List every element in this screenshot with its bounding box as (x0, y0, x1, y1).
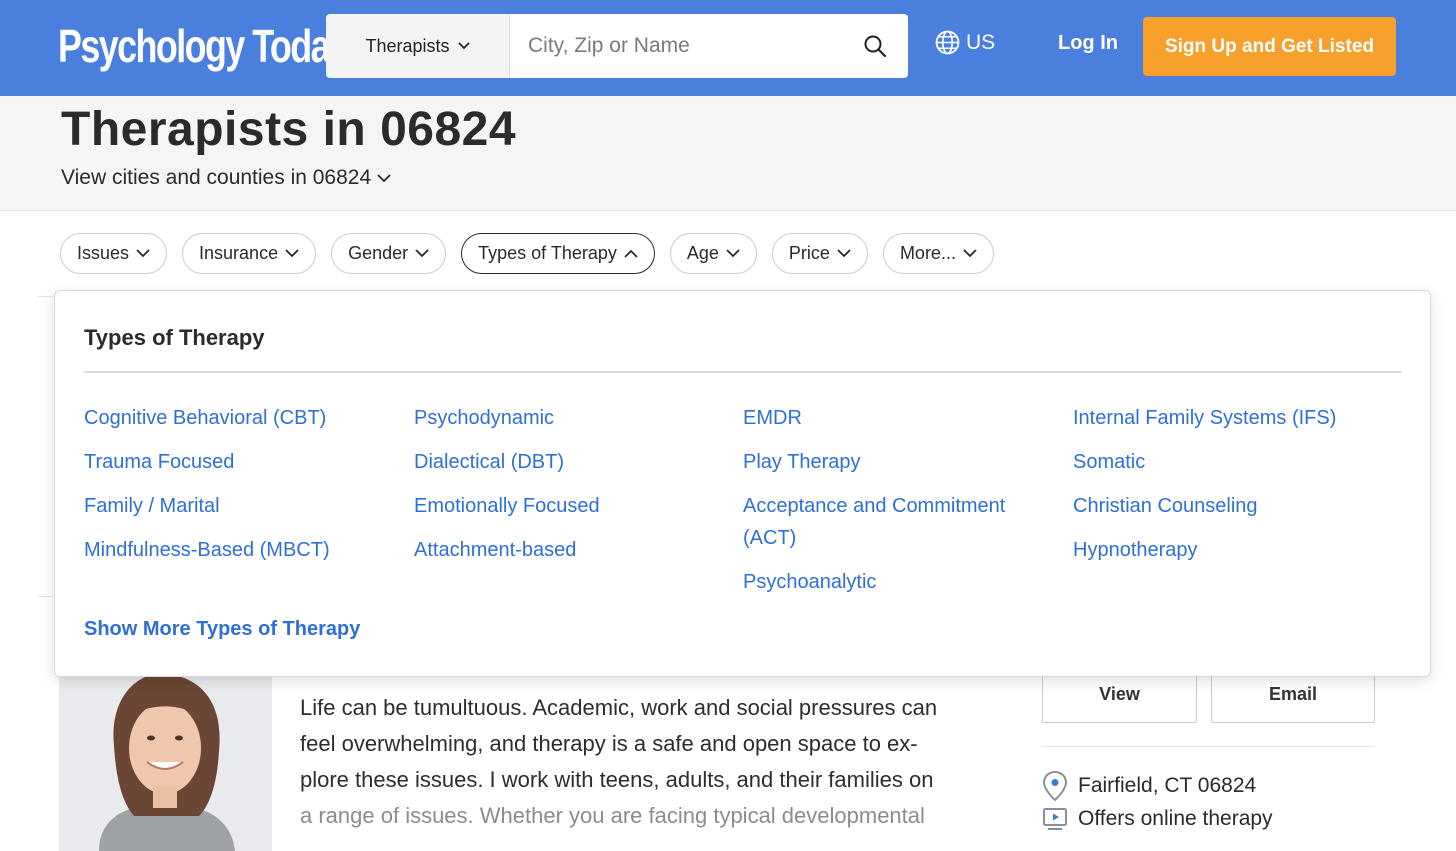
filter-label: Insurance (199, 243, 279, 263)
therapy-link-hypnotherapy[interactable]: Hypnotherapy (1073, 534, 1373, 566)
bio-line: feel overwhelming, and therapy is a safe… (300, 731, 918, 756)
cities-counties-label: View cities and counties in 06824 (61, 166, 372, 189)
therapist-bio: Life can be tumultuous. Academic, work a… (300, 690, 1000, 834)
chevron-up-icon (624, 249, 638, 258)
sidebar-divider (1042, 746, 1374, 747)
chevron-down-icon (136, 249, 150, 258)
filter-more[interactable]: More... (882, 233, 994, 274)
therapy-column-3: EMDR Play Therapy Acceptance and Commitm… (743, 402, 1038, 610)
filter-label: Gender (348, 243, 409, 263)
filter-bar: Issues Insurance Gender Types of Therapy… (60, 233, 994, 274)
therapy-link-christian-counseling[interactable]: Christian Counseling (1073, 490, 1373, 522)
search-type-dropdown[interactable]: Therapists (326, 14, 510, 78)
portrait-image (59, 676, 272, 851)
therapy-link-play-therapy[interactable]: Play Therapy (743, 446, 1038, 478)
therapy-column-2: Psychodynamic Dialectical (DBT) Emotiona… (414, 402, 714, 578)
therapy-link-family-marital[interactable]: Family / Marital (84, 490, 384, 522)
therapy-link-cbt[interactable]: Cognitive Behavioral (CBT) (84, 402, 384, 434)
filter-age[interactable]: Age (669, 233, 757, 274)
chevron-down-icon (285, 249, 299, 258)
types-of-therapy-dropdown: Types of Therapy Cognitive Behavioral (C… (54, 290, 1431, 677)
search-input[interactable] (510, 14, 842, 78)
top-nav-bar: Psychology Today Therapists US Log In Si… (0, 0, 1456, 96)
bio-line: a range of issues. Whether you are facin… (300, 803, 925, 828)
region-selector[interactable]: US (935, 30, 995, 55)
bio-line: plore these issues. I work with teens, a… (300, 767, 934, 792)
filter-price[interactable]: Price (771, 233, 868, 274)
video-icon (1043, 808, 1067, 830)
therapy-link-dbt[interactable]: Dialectical (DBT) (414, 446, 714, 478)
location-row: Fairfield, CT 06824 (1042, 770, 1256, 802)
therapy-link-psychodynamic[interactable]: Psychodynamic (414, 402, 714, 434)
cities-counties-toggle[interactable]: View cities and counties in 06824 (61, 166, 391, 190)
show-more-therapy-link[interactable]: Show More Types of Therapy (84, 618, 360, 641)
dropdown-divider (84, 371, 1402, 373)
filter-types-of-therapy[interactable]: Types of Therapy (461, 233, 655, 274)
chevron-down-icon (963, 249, 977, 258)
filter-label: Issues (77, 243, 130, 263)
chevron-down-icon (726, 249, 740, 258)
location-text: Fairfield, CT 06824 (1078, 774, 1257, 797)
therapy-link-emdr[interactable]: EMDR (743, 402, 1038, 434)
map-pin-icon (1042, 770, 1068, 802)
chevron-down-icon (457, 42, 470, 50)
therapy-column-1: Cognitive Behavioral (CBT) Trauma Focuse… (84, 402, 384, 578)
online-therapy-text: Offers online therapy (1078, 807, 1273, 830)
dropdown-title: Types of Therapy (84, 325, 265, 350)
therapist-photo[interactable] (59, 676, 272, 851)
title-band: Therapists in 06824 View cities and coun… (0, 96, 1456, 211)
filter-issues[interactable]: Issues (60, 233, 168, 274)
therapy-link-somatic[interactable]: Somatic (1073, 446, 1373, 478)
filter-gender[interactable]: Gender (331, 233, 447, 274)
search-type-label: Therapists (365, 35, 450, 56)
site-logo[interactable]: Psychology Today (58, 16, 349, 76)
search-icon (864, 35, 887, 58)
filter-insurance[interactable]: Insurance (182, 233, 317, 274)
page-title: Therapists in 06824 (61, 103, 517, 156)
region-label: US (966, 30, 996, 54)
therapy-column-4: Internal Family Systems (IFS) Somatic Ch… (1073, 402, 1373, 578)
therapy-link-emotionally-focused[interactable]: Emotionally Focused (414, 490, 714, 522)
signup-button[interactable]: Sign Up and Get Listed (1143, 17, 1396, 76)
therapy-link-ifs[interactable]: Internal Family Systems (IFS) (1073, 402, 1373, 434)
login-link[interactable]: Log In (1058, 32, 1118, 55)
search-bar: Therapists (326, 14, 908, 78)
filter-label: More... (899, 243, 956, 263)
globe-icon (935, 30, 960, 55)
bio-line: Life can be tumultuous. Academic, work a… (300, 695, 938, 720)
therapy-link-act[interactable]: Acceptance and Commitment (ACT) (743, 490, 1038, 554)
chevron-down-icon (377, 173, 391, 182)
therapy-link-psychoanalytic[interactable]: Psychoanalytic (743, 566, 1038, 598)
online-therapy-row: Offers online therapy (1042, 806, 1273, 832)
filter-label: Types of Therapy (478, 243, 617, 263)
therapy-link-trauma-focused[interactable]: Trauma Focused (84, 446, 384, 478)
filter-label: Price (788, 243, 830, 263)
chevron-down-icon (837, 249, 851, 258)
therapy-link-attachment-based[interactable]: Attachment-based (414, 534, 714, 566)
chevron-down-icon (415, 249, 429, 258)
therapy-link-mbct[interactable]: Mindfulness-Based (MBCT) (84, 534, 384, 566)
search-button[interactable] (842, 14, 908, 78)
filter-label: Age (686, 243, 719, 263)
